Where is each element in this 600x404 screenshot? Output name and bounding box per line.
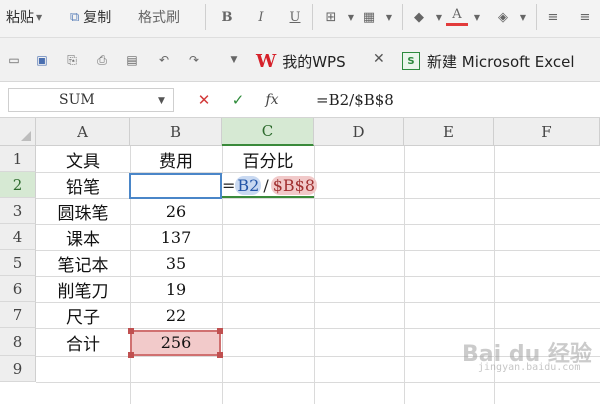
fill-color-icon[interactable]: ◆ xyxy=(408,6,430,28)
chevron-down-icon[interactable]: ▼ xyxy=(512,6,534,28)
chevron-down-icon[interactable]: ▼ xyxy=(378,6,400,28)
spreadsheet-file-icon: S xyxy=(402,52,420,70)
cell-b7[interactable]: 22 xyxy=(130,302,222,328)
ribbon-toolbar: 粘贴 ▼ ⧉ 复制 格式刷 B I U ⊞ ▼ ▦ ▼ ◆ ▼ A ▼ ◈ ▼ ≡… xyxy=(0,0,600,38)
format-painter-label: 格式刷 xyxy=(138,10,180,26)
folder-icon[interactable]: ▭ xyxy=(6,52,22,68)
ribbon-divider xyxy=(402,4,403,30)
cell-c2-editor[interactable]: = B2 / $B$8 xyxy=(222,174,318,198)
redo-icon[interactable]: ↷ xyxy=(186,52,202,68)
cell-a1[interactable]: 文具 xyxy=(36,146,130,172)
tab-excel-document[interactable]: S 新建 Microsoft Excel xyxy=(402,48,575,74)
spreadsheet-window: 粘贴 ▼ ⧉ 复制 格式刷 B I U ⊞ ▼ ▦ ▼ ◆ ▼ A ▼ ◈ ▼ ≡… xyxy=(0,0,600,404)
row-header-4[interactable]: 4 xyxy=(0,224,36,250)
cell-b8[interactable]: 256 xyxy=(130,328,222,356)
formula-ref-b2: B2 xyxy=(235,175,262,195)
ribbon-divider xyxy=(312,4,313,30)
enter-formula-button[interactable]: ✓ xyxy=(228,90,248,110)
copy-label: 复制 xyxy=(83,10,112,26)
row-header-1[interactable]: 1 xyxy=(0,146,36,172)
cell-b6[interactable]: 19 xyxy=(130,276,222,302)
formula-ref-b8: $B$8 xyxy=(270,175,318,195)
cell-a5[interactable]: 笔记本 xyxy=(36,250,130,276)
formula-bar: SUM ▼ ✕ ✓ fx =B2/$B$8 xyxy=(0,82,600,118)
cell-b5[interactable]: 35 xyxy=(130,250,222,276)
column-header-f[interactable]: F xyxy=(494,118,600,146)
chevron-down-icon[interactable]: ▼ xyxy=(226,52,242,68)
save-icon[interactable]: ▣ xyxy=(34,52,50,68)
row-header-7[interactable]: 7 xyxy=(0,302,36,328)
underline-button[interactable]: U xyxy=(284,6,306,28)
ribbon-divider xyxy=(205,4,206,30)
row-header-9[interactable]: 9 xyxy=(0,356,36,382)
tab-label: 新建 Microsoft Excel xyxy=(427,52,575,71)
cell-b3[interactable]: 26 xyxy=(130,198,222,224)
cell-a2[interactable]: 铅笔 xyxy=(36,172,130,198)
undo-icon[interactable]: ↶ xyxy=(156,52,172,68)
border-icon[interactable]: ⊞ xyxy=(320,6,342,28)
paste-button[interactable]: 粘贴 ▼ xyxy=(6,0,42,34)
column-header-d[interactable]: D xyxy=(314,118,404,146)
format-painter-button[interactable]: 格式刷 xyxy=(138,0,180,34)
column-header-a[interactable]: A xyxy=(36,118,130,146)
grid-line xyxy=(36,382,600,383)
row-header-8[interactable]: 8 xyxy=(0,328,36,356)
ribbon-divider xyxy=(536,4,537,30)
insert-function-button[interactable]: fx xyxy=(262,90,282,110)
fill-pattern-icon[interactable]: ▦ xyxy=(358,6,380,28)
row-header-5[interactable]: 5 xyxy=(0,250,36,276)
tab-label: 我的WPS xyxy=(282,52,346,71)
copy-icon: ⧉ xyxy=(70,9,80,25)
print-preview-icon[interactable]: ▤ xyxy=(124,52,140,68)
grid-line xyxy=(404,146,405,404)
formula-equals: = xyxy=(222,175,236,195)
column-header-c[interactable]: C xyxy=(222,118,314,146)
chevron-down-icon[interactable]: ▼ xyxy=(158,96,165,106)
baidu-watermark-url: jingyan.baidu.com xyxy=(478,362,581,373)
column-header-e[interactable]: E xyxy=(404,118,494,146)
export-icon[interactable]: ⎘ xyxy=(64,52,80,68)
row-header-6[interactable]: 6 xyxy=(0,276,36,302)
font-color-button[interactable]: A xyxy=(446,6,468,26)
column-header-b[interactable]: B xyxy=(130,118,222,146)
formula-input[interactable]: =B2/$B$8 xyxy=(310,88,595,112)
wps-logo-icon: W xyxy=(256,50,277,72)
select-all-icon xyxy=(21,131,31,141)
italic-button[interactable]: I xyxy=(250,6,272,28)
cell-a8[interactable]: 合计 xyxy=(36,328,130,356)
cell-a7[interactable]: 尺子 xyxy=(36,302,130,328)
copy-button[interactable]: ⧉ 复制 xyxy=(70,0,111,34)
cell-a3[interactable]: 圆珠笔 xyxy=(36,198,130,224)
tab-bar: ▭ ▣ ⎘ ⎙ ▤ ↶ ↷ ▼ W 我的WPS ✕ S 新建 Microsoft… xyxy=(0,38,600,82)
cell-b1[interactable]: 费用 xyxy=(130,146,222,172)
paste-label: 粘贴 xyxy=(6,10,34,26)
select-all-button[interactable] xyxy=(0,118,36,146)
close-icon[interactable]: ✕ xyxy=(373,51,385,67)
cell-b2[interactable] xyxy=(130,172,222,198)
name-box[interactable]: SUM xyxy=(8,88,174,112)
cell-c1[interactable]: 百分比 xyxy=(222,146,314,172)
align-left-icon[interactable]: ≡ xyxy=(542,6,564,28)
cancel-formula-button[interactable]: ✕ xyxy=(194,90,214,110)
clear-format-icon[interactable]: ◈ xyxy=(492,6,514,28)
cell-a6[interactable]: 削笔刀 xyxy=(36,276,130,302)
print-icon[interactable]: ⎙ xyxy=(94,52,110,68)
formula-operator: / xyxy=(263,175,269,195)
cell-a4[interactable]: 课本 xyxy=(36,224,130,250)
bold-button[interactable]: B xyxy=(216,6,238,28)
chevron-down-icon[interactable]: ▼ xyxy=(466,6,488,28)
row-header-2[interactable]: 2 xyxy=(0,172,36,198)
align-center-icon[interactable]: ≡ xyxy=(574,6,596,28)
chevron-down-icon: ▼ xyxy=(36,12,43,22)
cell-b4[interactable]: 137 xyxy=(130,224,222,250)
row-header-3[interactable]: 3 xyxy=(0,198,36,224)
tab-my-wps[interactable]: W 我的WPS xyxy=(256,48,346,74)
